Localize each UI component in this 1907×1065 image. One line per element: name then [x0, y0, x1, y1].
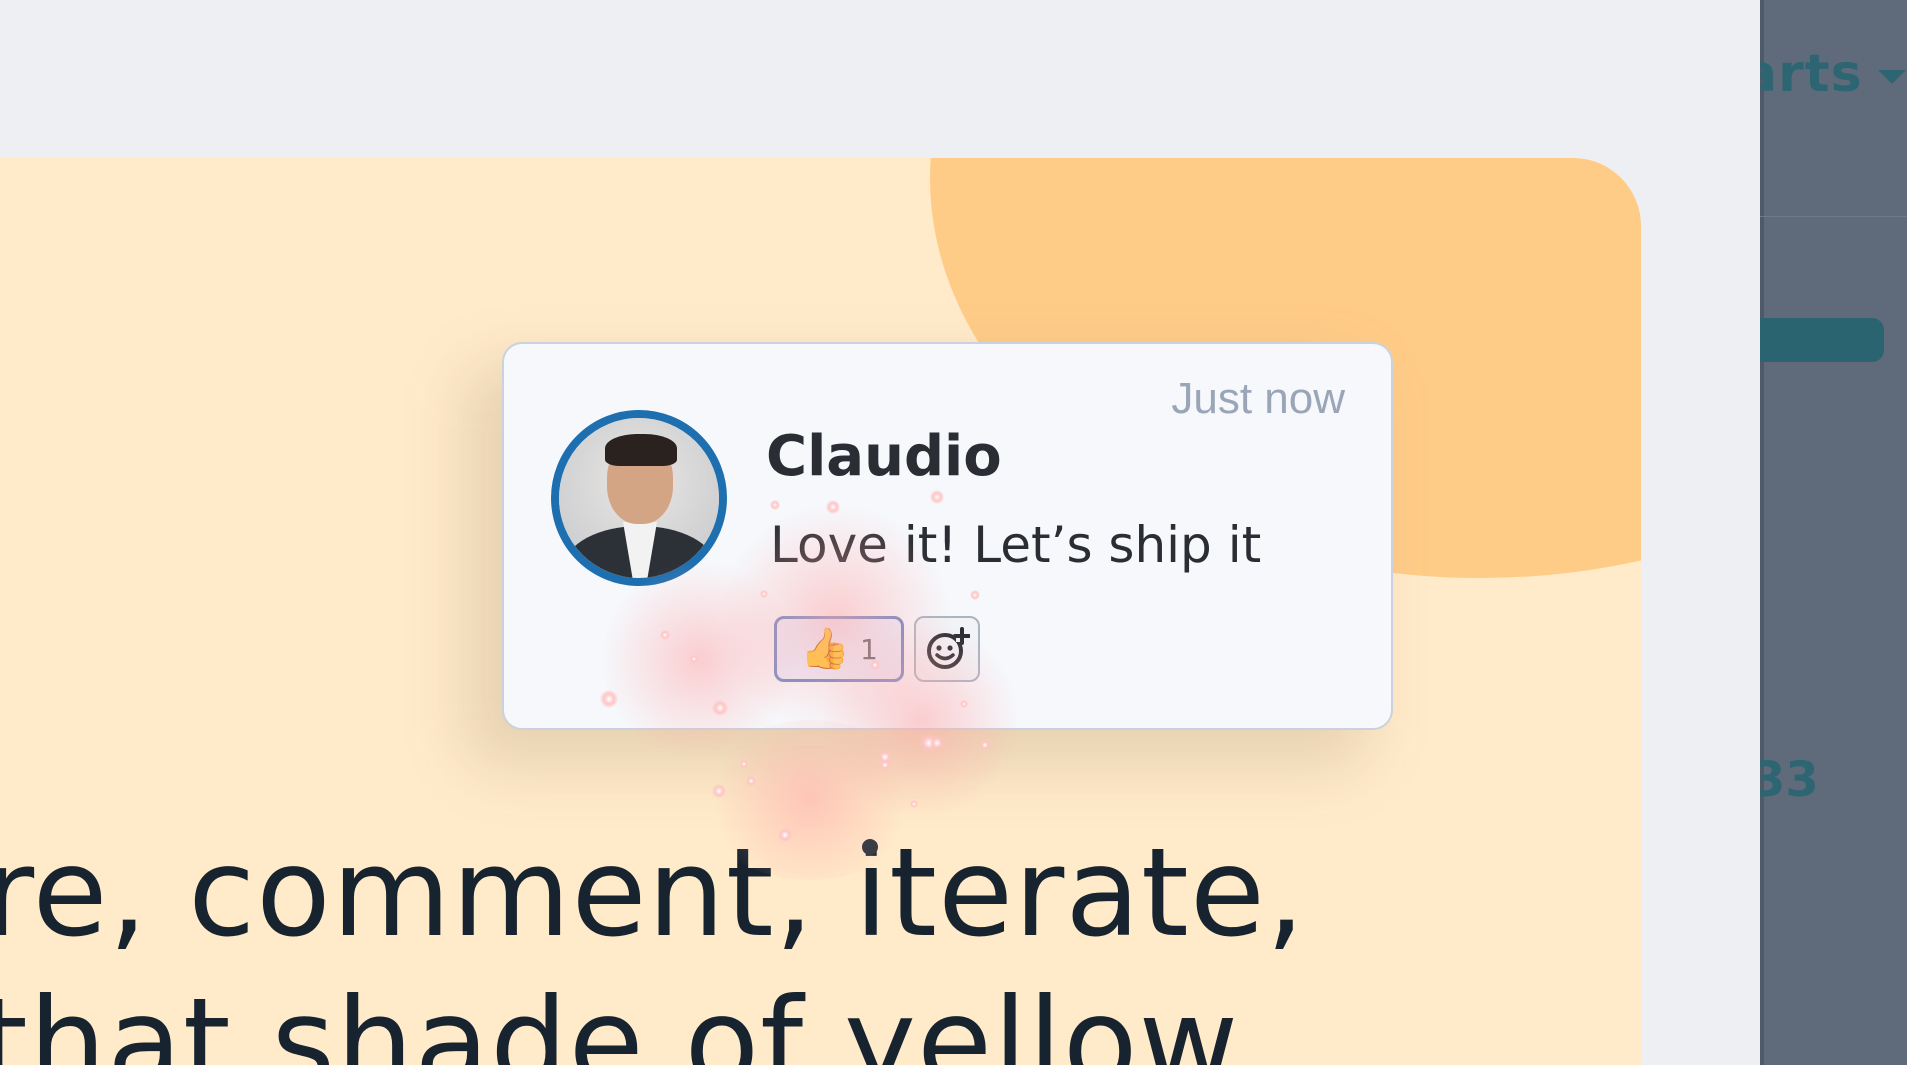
- sidebar-divider: [1760, 216, 1907, 217]
- comment-timestamp: Just now: [1171, 374, 1345, 423]
- headline-line-1: re, comment, iterate,: [0, 822, 1306, 964]
- sidebar-value: 33: [1760, 752, 1819, 808]
- sidebar-menu-label[interactable]: arts: [1760, 44, 1863, 104]
- sidebar-edge: [1760, 0, 1764, 1065]
- chevron-down-icon[interactable]: [1878, 70, 1906, 84]
- cursor-dot: [862, 839, 878, 855]
- slide-headline[interactable]: re, comment, iterate, that shade of yell…: [0, 818, 1322, 1065]
- comment-author: Claudio: [766, 424, 1002, 489]
- sidebar-active-pill[interactable]: [1760, 318, 1884, 362]
- headline-line-2: that shade of yellow: [0, 972, 1240, 1065]
- right-sidebar: arts 33: [1760, 0, 1907, 1065]
